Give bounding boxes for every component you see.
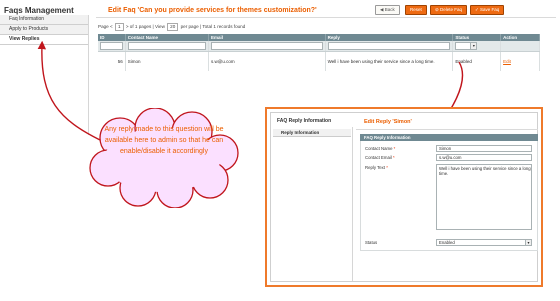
inset-page-title: Edit Reply 'Simon' <box>364 119 412 125</box>
status-select-value: Enabled <box>439 240 455 245</box>
status-label: Status <box>365 240 378 245</box>
contact-name-label: Contact Name * <box>365 146 396 151</box>
fieldset-title: FAQ Reply Information <box>360 134 538 141</box>
inset-sidebar-title: FAQ Reply Information <box>277 118 332 124</box>
reply-text-area[interactable]: Well i have been using their service sin… <box>436 164 532 230</box>
contact-email-field[interactable]: s.w@u.com <box>436 154 532 161</box>
reply-edit-inset: FAQ Reply Information Reply Information … <box>265 107 543 287</box>
contact-name-field[interactable]: Simon <box>436 145 532 152</box>
callout-text: Any reply made to this question will be … <box>104 126 224 155</box>
inset-sidebar-divider <box>352 127 353 281</box>
status-select[interactable]: Enabled ▼ <box>436 239 532 246</box>
cloud-callout <box>89 108 239 208</box>
chevron-down-icon: ▼ <box>525 240 531 245</box>
inset-header-divider <box>356 129 538 130</box>
contact-email-label: Contact Email * <box>365 155 395 160</box>
inset-frame: FAQ Reply Information Reply Information … <box>270 112 538 282</box>
tab-reply-information[interactable]: Reply Information <box>273 129 351 137</box>
reply-text-label: Reply Text * <box>365 165 388 170</box>
reply-fieldset: Contact Name * Simon Contact Email * s.w… <box>360 141 538 251</box>
